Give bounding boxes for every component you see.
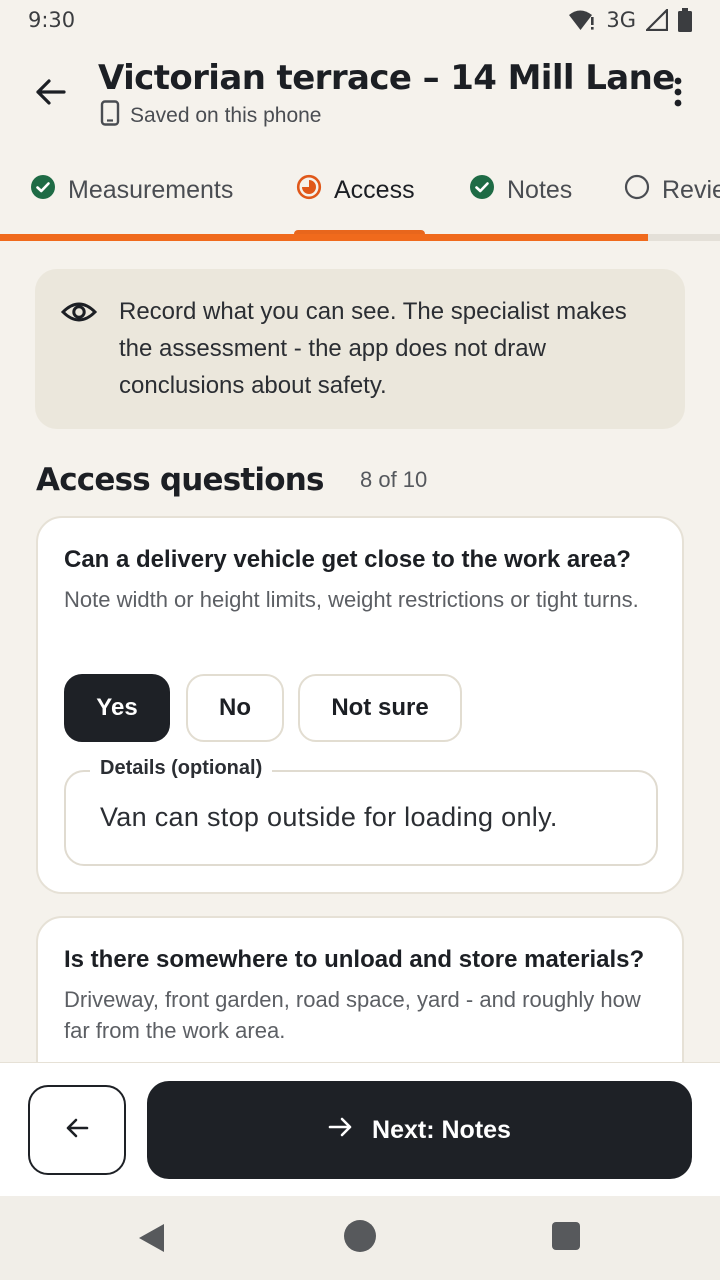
progress-circle-icon [296,174,322,207]
save-status: Saved on this phone [100,100,321,132]
progress-fill [0,234,648,241]
question-count: 8 of 10 [360,467,428,492]
details-value[interactable]: Van can stop outside for loading only. [100,802,558,833]
tab-label: Notes [507,175,573,204]
option-yes-button[interactable]: Yes [64,674,170,742]
nav-back-icon[interactable] [136,1222,166,1259]
more-vertical-icon [673,77,683,112]
tab-measurements[interactable]: Measurements [30,168,233,212]
section-title: Access questions [36,462,324,498]
page-title: Victorian terrace – 14 Mill Lane [98,58,675,98]
option-not-sure-button[interactable]: Not sure [298,674,462,742]
question-card: Can a delivery vehicle get close to the … [36,516,684,894]
system-nav-bar [0,1196,720,1280]
save-status-label: Saved on this phone [130,104,322,127]
info-text: Record what you can see. The specialist … [119,298,627,399]
details-field[interactable]: Details (optional) Van can stop outside … [64,757,658,866]
wifi-alert-icon [568,9,596,31]
question-title: Can a delivery vehicle get close to the … [64,546,631,573]
tab-access[interactable]: Access [296,168,415,212]
cell-signal-icon [646,9,668,31]
status-time: 9:30 [28,8,76,32]
tab-notes[interactable]: Notes [469,168,572,212]
question-hint: Note width or height limits, weight rest… [64,587,639,612]
status-bar: 9:30 3G [0,0,720,40]
status-icons: 3G [568,8,692,32]
arrow-left-icon [65,1117,89,1144]
eye-icon [60,297,98,332]
info-card: Record what you can see. The specialist … [35,269,685,429]
phone-icon [100,100,120,132]
tab-label: Access [334,175,415,204]
arrow-right-icon [328,1116,354,1145]
tab-label: Review [662,175,720,204]
more-menu-button[interactable] [656,70,700,118]
network-type: 3G [606,8,636,32]
question-title: Is there somewhere to unload and store m… [64,946,645,973]
empty-circle-icon [624,174,650,207]
tab-review[interactable]: Review [624,168,720,212]
next-button-label: Next: Notes [372,1115,511,1144]
nav-recents-icon[interactable] [552,1222,580,1250]
bottom-action-bar: Next: Notes [0,1062,720,1196]
tab-label: Measurements [68,175,234,204]
app-bar: Victorian terrace – 14 Mill Lane Saved o… [0,52,720,136]
nav-home-icon[interactable] [344,1220,376,1252]
back-button[interactable] [26,70,74,118]
step-tabs: Measurements Access Notes Review [0,150,720,240]
previous-button[interactable] [28,1085,126,1175]
option-no-button[interactable]: No [186,674,284,742]
battery-icon [678,8,692,32]
details-label: Details (optional) [90,757,273,780]
check-circle-icon [469,174,495,207]
question-hint: Driveway, front garden, road space, yard… [64,987,641,1043]
progress-bar [0,234,720,241]
check-circle-icon [30,174,56,207]
arrow-left-icon [34,78,66,111]
next-button[interactable]: Next: Notes [147,1081,692,1179]
